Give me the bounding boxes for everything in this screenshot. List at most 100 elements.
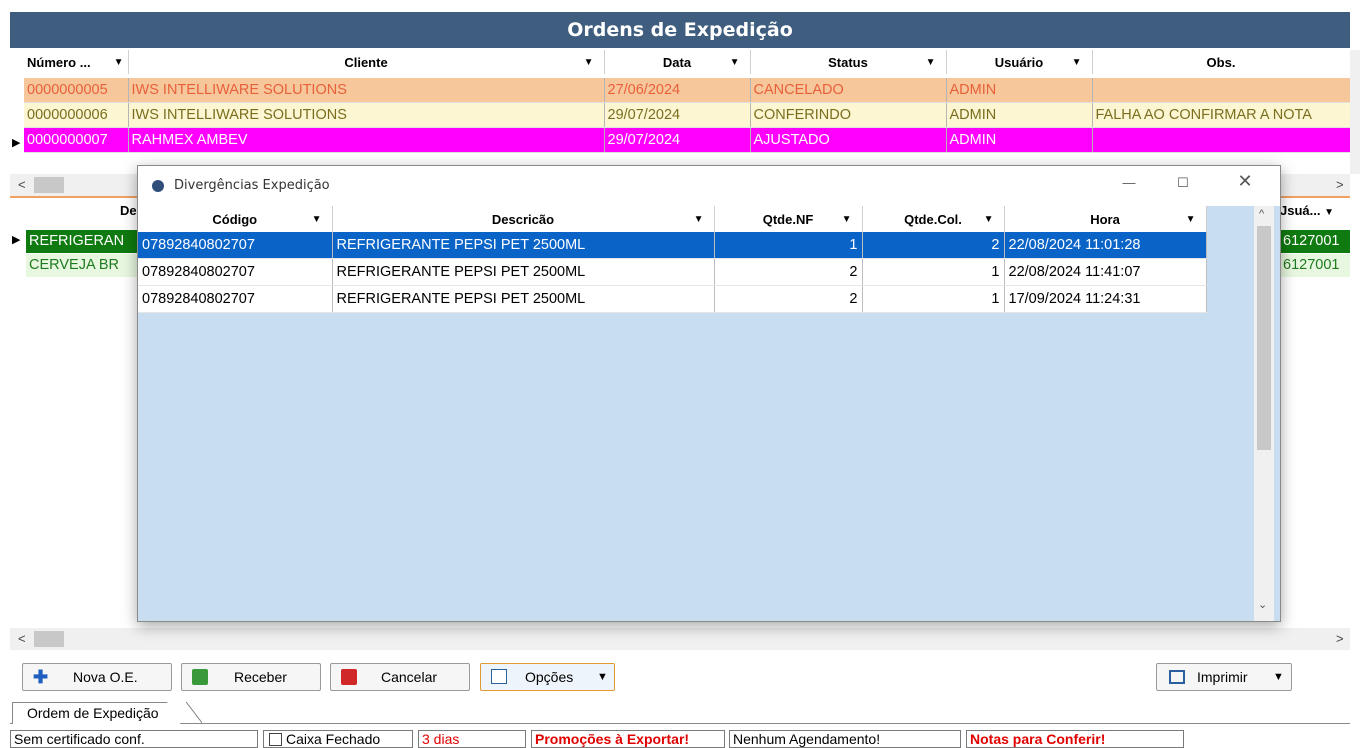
current-row-indicator-icon: ▶ [12, 234, 21, 246]
scroll-left-icon[interactable]: < [18, 631, 26, 646]
page-title: Ordens de Expedição [10, 12, 1350, 48]
cell-data: 29/07/2024 [604, 127, 751, 153]
cell-cliente: IWS INTELLIWARE SOLUTIONS [128, 102, 605, 128]
orders-grid: 0000000005 IWS INTELLIWARE SOLUTIONS 27/06… [24, 78, 1351, 153]
status-certificado: Sem certificado conf. [10, 730, 258, 748]
divergencias-grid: 07892840802707 REFRIGERANTE PEPSI PET 250… [138, 232, 1207, 313]
detail-col-description[interactable]: De [120, 203, 137, 218]
col-hora[interactable]: Hora ▼ [1004, 206, 1207, 232]
close-button[interactable]: ✕ [1230, 168, 1260, 194]
cell-descricao: REFRIGERANTE PEPSI PET 2500ML [332, 285, 715, 313]
detail-row-description[interactable]: REFRIGERAN [26, 230, 137, 253]
table-row[interactable]: 07892840802707 REFRIGERANTE PEPSI PET 250… [138, 232, 1207, 259]
detail-col-usuario[interactable]: Jsuá... ▼ [1280, 203, 1334, 218]
cell-codigo: 07892840802707 [138, 232, 333, 259]
dropdown-arrow-icon[interactable]: ▼ [730, 57, 740, 68]
minimize-button[interactable]: — [1114, 170, 1144, 196]
col-usuario[interactable]: Usuário ▼ [946, 50, 1093, 74]
cell-data: 27/06/2024 [604, 78, 751, 103]
col-numero[interactable]: Número ... ▼ [24, 50, 129, 74]
detail-horizontal-scrollbar[interactable]: < > [10, 628, 1350, 650]
dialog-vertical-scrollbar[interactable]: ^ ⌄ [1254, 206, 1274, 621]
cell-qtde-col: 2 [862, 232, 1005, 259]
tab-strip-line [10, 723, 1350, 724]
col-status[interactable]: Status ▼ [750, 50, 947, 74]
scrollbar-thumb[interactable] [34, 631, 64, 647]
receber-button[interactable]: Receber [181, 663, 321, 691]
cell-qtde-col: 1 [862, 258, 1005, 286]
dropdown-arrow-icon[interactable]: ▼ [984, 214, 994, 225]
thumbs-up-icon [192, 669, 208, 685]
dropdown-arrow-icon[interactable]: ▼ [584, 57, 594, 68]
table-row[interactable]: 07892840802707 REFRIGERANTE PEPSI PET 250… [138, 258, 1207, 286]
list-icon [491, 669, 507, 684]
orders-grid-header: Número ... ▼ Cliente ▼ Data ▼ Status ▼ Usuár… [24, 50, 1351, 74]
col-qtde-col[interactable]: Qtde.Col. ▼ [862, 206, 1005, 232]
thumbs-down-icon [341, 669, 357, 685]
vertical-scrollbar[interactable] [1350, 50, 1360, 174]
col-obs[interactable]: Obs. [1092, 50, 1351, 74]
opcoes-button[interactable]: Opções ▼ [480, 663, 615, 691]
nova-oe-button[interactable]: ✚ Nova O.E. [22, 663, 172, 691]
cell-descricao: REFRIGERANTE PEPSI PET 2500ML [332, 232, 715, 259]
cell-data: 29/07/2024 [604, 102, 751, 128]
scroll-left-icon[interactable]: < [18, 177, 26, 192]
maximize-button[interactable]: ☐ [1168, 170, 1198, 196]
tab-ordem-expedicao[interactable]: Ordem de Expedição [12, 702, 181, 724]
dropdown-arrow-icon[interactable]: ▼ [694, 214, 704, 225]
table-row[interactable]: 0000000005 IWS INTELLIWARE SOLUTIONS 27/06… [24, 78, 1351, 103]
table-row[interactable]: 0000000006 IWS INTELLIWARE SOLUTIONS 29/07… [24, 102, 1351, 128]
cell-cliente: RAHMEX AMBEV [128, 127, 605, 153]
detail-row-usuario[interactable]: 6127001 [1279, 254, 1350, 277]
cell-qtde-nf: 2 [714, 258, 863, 286]
tab-slant [186, 702, 202, 723]
status-caixa[interactable]: Caixa Fechado [263, 730, 413, 748]
cell-qtde-nf: 1 [714, 232, 863, 259]
col-codigo[interactable]: Código ▼ [138, 206, 333, 232]
scroll-up-icon[interactable]: ^ [1259, 208, 1264, 220]
scrollbar-thumb[interactable] [1257, 226, 1271, 450]
col-descricao[interactable]: Descricão ▼ [332, 206, 715, 232]
cell-codigo: 07892840802707 [138, 258, 333, 286]
cell-numero: 0000000006 [24, 102, 129, 128]
cell-usuario: ADMIN [946, 78, 1093, 103]
status-notas[interactable]: Notas para Conferir! [966, 730, 1184, 748]
scroll-right-icon[interactable]: > [1336, 631, 1344, 646]
detail-row-usuario[interactable]: 6127001 [1279, 230, 1350, 253]
scroll-right-icon[interactable]: > [1336, 177, 1344, 192]
cell-usuario: ADMIN [946, 102, 1093, 128]
dropdown-arrow-icon[interactable]: ▼ [312, 214, 322, 225]
dropdown-arrow-icon: ▼ [597, 671, 608, 683]
cell-hora: 17/09/2024 11:24:31 [1004, 285, 1207, 313]
dropdown-arrow-icon[interactable]: ▼ [1072, 57, 1082, 68]
col-qtde-nf[interactable]: Qtde.NF ▼ [714, 206, 863, 232]
cell-status: CONFERINDO [750, 102, 947, 128]
dropdown-arrow-icon[interactable]: ▼ [842, 214, 852, 225]
status-promocoes[interactable]: Promoções à Exportar! [531, 730, 725, 748]
imprimir-button[interactable]: Imprimir ▼ [1156, 663, 1292, 691]
printer-icon [1169, 670, 1185, 684]
dialog-title: Divergências Expedição [174, 178, 330, 193]
cell-descricao: REFRIGERANTE PEPSI PET 2500ML [332, 258, 715, 286]
scroll-down-icon[interactable]: ⌄ [1258, 598, 1267, 611]
detail-row-description[interactable]: CERVEJA BR [26, 254, 137, 277]
status-dias: 3 dias [418, 730, 526, 748]
cancelar-button[interactable]: Cancelar [330, 663, 470, 691]
dropdown-arrow-icon[interactable]: ▼ [1186, 214, 1196, 225]
cell-hora: 22/08/2024 11:01:28 [1004, 232, 1207, 259]
dropdown-arrow-icon: ▼ [1273, 671, 1284, 683]
checkbox[interactable] [269, 733, 282, 746]
cell-obs [1092, 127, 1351, 153]
col-cliente[interactable]: Cliente ▼ [128, 50, 605, 74]
dropdown-arrow-icon[interactable]: ▼ [926, 57, 936, 68]
cell-codigo: 07892840802707 [138, 285, 333, 313]
dialog-body: Código ▼ Descricão ▼ Qtde.NF ▼ Qtde.Col. ▼ H… [138, 206, 1280, 621]
cell-qtde-col: 1 [862, 285, 1005, 313]
dropdown-arrow-icon[interactable]: ▼ [114, 57, 124, 68]
table-row[interactable]: 07892840802707 REFRIGERANTE PEPSI PET 250… [138, 285, 1207, 313]
col-data[interactable]: Data ▼ [604, 50, 751, 74]
table-row[interactable]: 0000000007 RAHMEX AMBEV 29/07/2024 AJUSTADO… [24, 127, 1351, 153]
scrollbar-thumb[interactable] [34, 177, 64, 193]
divergencias-grid-header: Código ▼ Descricão ▼ Qtde.NF ▼ Qtde.Col. ▼ H… [138, 206, 1207, 232]
divergencias-dialog: Divergências Expedição — ☐ ✕ Código ▼ Des… [137, 165, 1281, 622]
